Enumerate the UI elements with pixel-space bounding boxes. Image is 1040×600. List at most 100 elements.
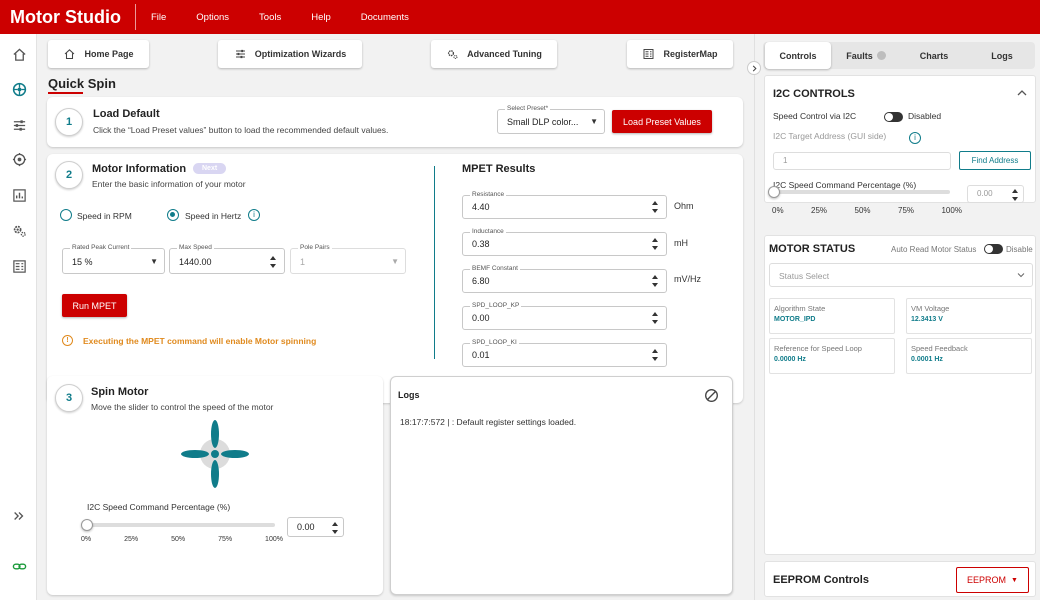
- speed-control-state: Disabled: [908, 111, 942, 121]
- stepper-icon[interactable]: [652, 274, 658, 288]
- spd-loop-ki-input[interactable]: SPD_LOOP_KI 0.01: [462, 339, 667, 367]
- find-address-button[interactable]: Find Address: [959, 151, 1031, 170]
- slider-ticks: 0% 25% 50% 75% 100%: [81, 536, 283, 543]
- advanced-tuning-button[interactable]: Advanced Tuning: [431, 40, 557, 68]
- stepper-icon[interactable]: [270, 255, 276, 269]
- target-address-input[interactable]: 1: [773, 152, 951, 170]
- register-icon[interactable]: [9, 256, 29, 276]
- resistance-label: Resistance: [470, 191, 507, 198]
- eeprom-button[interactable]: EEPROM ▼: [956, 567, 1029, 593]
- speed-slider-thumb[interactable]: [81, 519, 93, 531]
- chart-icon[interactable]: [9, 185, 29, 205]
- chevron-up-icon[interactable]: [1017, 89, 1027, 97]
- stepper-icon[interactable]: [652, 237, 658, 251]
- chevron-down-icon: ▼: [590, 117, 598, 126]
- tuning-icon[interactable]: [9, 115, 29, 135]
- menu-help[interactable]: Help: [296, 12, 346, 23]
- collapse-panel-button[interactable]: [747, 61, 761, 75]
- reference-speed-label: Reference for Speed Loop: [774, 344, 862, 353]
- spd-loop-kp-value: 0.00: [472, 313, 490, 323]
- inductance-input[interactable]: Inductance 0.38: [462, 228, 667, 256]
- registermap-button[interactable]: RegisterMap: [627, 40, 733, 68]
- bemf-constant-input[interactable]: BEMF Constant 6.80: [462, 265, 667, 293]
- link-icon[interactable]: [9, 556, 29, 576]
- status-select[interactable]: Status Select: [769, 263, 1033, 287]
- target-address-label: I2C Target Address (GUI side): [773, 131, 887, 141]
- gear-icon[interactable]: [9, 220, 29, 240]
- preset-select[interactable]: Select Preset* Small DLP color... ▼: [497, 105, 605, 134]
- algorithm-state-label: Algorithm State: [774, 304, 826, 313]
- load-preset-values-button[interactable]: Load Preset Values: [612, 110, 712, 133]
- left-nav: [0, 34, 37, 600]
- main-content: Home Page Optimization Wizards Advanced …: [38, 34, 754, 600]
- i2c-speed-slider-thumb[interactable]: [768, 186, 780, 198]
- stepper-icon[interactable]: [332, 521, 338, 535]
- speed-rpm-radio[interactable]: [60, 209, 72, 221]
- info-icon[interactable]: i: [248, 209, 260, 221]
- step-number: 3: [55, 384, 83, 412]
- bemf-constant-value: 6.80: [472, 276, 490, 286]
- menu-documents[interactable]: Documents: [346, 12, 424, 23]
- stepper-icon[interactable]: [652, 348, 658, 362]
- tick-label: 0%: [772, 206, 784, 215]
- max-speed-value: 1440.00: [179, 257, 212, 267]
- max-speed-input[interactable]: Max Speed 1440.00: [169, 244, 285, 274]
- auto-read-toggle[interactable]: [984, 244, 1003, 254]
- tick-label: 100%: [941, 206, 962, 215]
- right-tabs: Controls Faults Charts Logs: [763, 42, 1035, 69]
- tab-logs[interactable]: Logs: [969, 42, 1035, 69]
- log-entry: 18:17:7:572 | : Default register setting…: [400, 417, 577, 427]
- tick-label: 0%: [81, 536, 92, 543]
- clear-logs-icon[interactable]: [704, 388, 719, 403]
- speed-hertz-label: Speed in Hertz: [185, 211, 242, 221]
- home-page-label: Home Page: [84, 49, 134, 59]
- stepper-icon[interactable]: [652, 311, 658, 325]
- i2c-controls-title: I2C CONTROLS: [773, 88, 855, 100]
- load-default-description: Click the “Load Preset values” button to…: [93, 125, 389, 135]
- menu-file[interactable]: File: [136, 12, 181, 23]
- i2c-speed-value-input[interactable]: 0.00: [967, 185, 1024, 203]
- run-mpet-button[interactable]: Run MPET: [62, 294, 127, 317]
- speed-value-input[interactable]: 0.00: [287, 517, 344, 537]
- speed-hertz-radio[interactable]: [167, 209, 179, 221]
- speed-percentage-label: I2C Speed Command Percentage (%): [773, 180, 917, 190]
- speed-slider-track[interactable]: [85, 523, 275, 527]
- expand-icon[interactable]: [9, 506, 29, 526]
- motor-icon[interactable]: [9, 149, 29, 169]
- home-page-button[interactable]: Home Page: [48, 40, 149, 68]
- tab-charts[interactable]: Charts: [901, 42, 967, 69]
- algorithm-state-value: MOTOR_IPD: [774, 316, 816, 323]
- resistance-input[interactable]: Resistance 4.40: [462, 191, 667, 219]
- reference-speed-value: 0.0000 Hz: [774, 356, 806, 363]
- tick-label: 75%: [218, 536, 233, 543]
- stepper-icon[interactable]: [1012, 188, 1018, 202]
- speed-rpm-label: Speed in RPM: [77, 211, 132, 221]
- right-panel: Controls Faults Charts Logs I2C CONTROLS…: [754, 34, 1040, 600]
- rated-peak-current-select[interactable]: Rated Peak Current 15 % ▼: [62, 244, 165, 274]
- spin-motor-card: 3 Spin Motor Move the slider to control …: [47, 376, 383, 595]
- tab-faults-label: Faults: [846, 50, 873, 61]
- optimization-wizards-button[interactable]: Optimization Wizards: [218, 40, 362, 68]
- tab-controls[interactable]: Controls: [765, 42, 831, 69]
- motor-status-title: MOTOR STATUS: [769, 243, 856, 255]
- pole-pairs-select[interactable]: Pole Pairs 1 ▼: [290, 244, 406, 274]
- step-number: 1: [55, 108, 83, 136]
- motor-status-card: MOTOR STATUS Auto Read Motor Status Disa…: [764, 235, 1036, 555]
- algorithm-state-tile: Algorithm State MOTOR_IPD: [769, 298, 895, 334]
- i2c-speed-value: 0.00: [977, 189, 993, 198]
- speed-control-toggle[interactable]: [884, 112, 903, 122]
- wizard-icon[interactable]: [9, 79, 29, 99]
- tab-faults[interactable]: Faults: [833, 42, 899, 69]
- stepper-icon[interactable]: [652, 200, 658, 214]
- page-title: Quick Spin: [48, 76, 116, 91]
- menu-tools[interactable]: Tools: [244, 12, 296, 23]
- rated-peak-current-value: 15 %: [72, 257, 93, 267]
- menu-options[interactable]: Options: [181, 12, 244, 23]
- spd-loop-kp-input[interactable]: SPD_LOOP_KP 0.00: [462, 302, 667, 330]
- tick-label: 50%: [171, 536, 186, 543]
- reference-speed-tile: Reference for Speed Loop 0.0000 Hz: [769, 338, 895, 374]
- info-icon[interactable]: i: [909, 132, 921, 144]
- i2c-speed-slider-track[interactable]: [774, 190, 950, 194]
- top-bar: Motor Studio File Options Tools Help Doc…: [0, 0, 1040, 34]
- home-icon[interactable]: [9, 44, 29, 64]
